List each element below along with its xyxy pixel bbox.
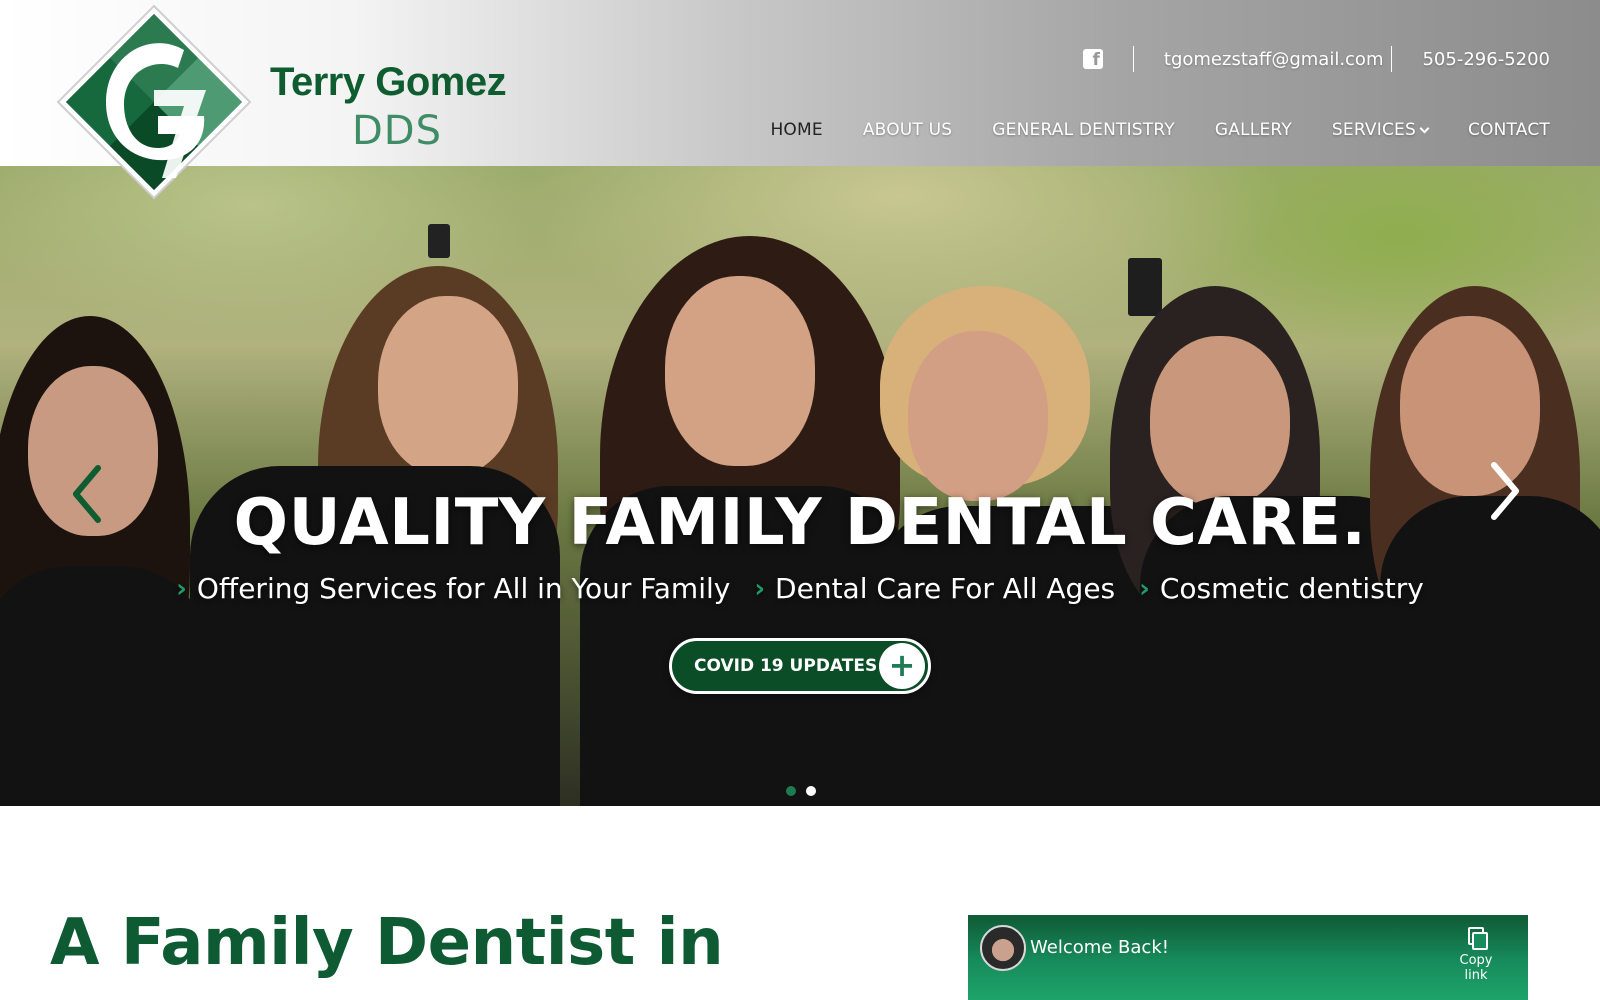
nav-item-services[interactable]: SERVICES bbox=[1331, 120, 1430, 140]
chevron-right-icon: › bbox=[176, 573, 187, 604]
plus-icon: + bbox=[879, 643, 925, 689]
widget-title: Welcome Back! bbox=[1030, 937, 1169, 958]
background-post bbox=[428, 224, 450, 258]
terry-gomez-logo-icon[interactable] bbox=[54, 2, 254, 202]
copy-link-label: Copy link bbox=[1459, 953, 1493, 983]
hero-bullet-text: Offering Services for All in Your Family bbox=[196, 572, 731, 605]
slider-dot-2[interactable] bbox=[806, 786, 816, 796]
copy-link-button[interactable]: Copy link bbox=[1446, 927, 1506, 983]
nav-item-home[interactable]: HOME bbox=[770, 120, 822, 140]
chevron-right-icon: › bbox=[1139, 573, 1150, 604]
welcome-back-widget[interactable]: Welcome Back! Copy link bbox=[968, 915, 1528, 1000]
chevron-right-icon: › bbox=[754, 573, 766, 604]
chevron-down-icon bbox=[1419, 123, 1430, 133]
phone-link[interactable]: 505-296-5200 bbox=[1422, 49, 1550, 70]
email-link[interactable]: tgomezstaff@gmail.com bbox=[1164, 49, 1384, 70]
brand-name[interactable]: Terry Gomez bbox=[270, 60, 507, 105]
background-post bbox=[1128, 258, 1162, 316]
topbar-divider bbox=[1391, 46, 1393, 72]
hero-bullet-text: Dental Care For All Ages bbox=[775, 572, 1116, 605]
chevron-right-icon[interactable] bbox=[1486, 459, 1546, 523]
covid-updates-button[interactable]: COVID 19 UPDATES + bbox=[669, 638, 931, 694]
avatar bbox=[980, 925, 1026, 971]
hero-title: QUALITY FAMILY DENTAL CARE. bbox=[233, 486, 1367, 560]
covid-updates-label: COVID 19 UPDATES bbox=[694, 656, 878, 676]
hero-bullet: › Cosmetic dentistry bbox=[1139, 572, 1424, 605]
hero-bullet: › Dental Care For All Ages bbox=[754, 572, 1115, 605]
nav-item-contact[interactable]: CONTACT bbox=[1468, 120, 1550, 140]
hero-bullets: › Offering Services for All in Your Fami… bbox=[0, 572, 1600, 605]
copy-icon bbox=[1465, 927, 1488, 950]
nav-item-general-dentistry[interactable]: GENERAL DENTISTRY bbox=[992, 120, 1175, 140]
header-topbar: f tgomezstaff@gmail.com 505-296-5200 bbox=[1082, 44, 1550, 74]
nav-item-gallery[interactable]: GALLERY bbox=[1215, 120, 1292, 140]
page-heading: A Family Dentist in bbox=[50, 906, 724, 980]
hero-bullet-text: Cosmetic dentistry bbox=[1159, 572, 1424, 605]
nav-item-services-label: SERVICES bbox=[1331, 120, 1416, 140]
hero-slider: QUALITY FAMILY DENTAL CARE. › Offering S… bbox=[0, 166, 1600, 806]
slider-dots bbox=[786, 786, 816, 796]
nav-item-about-us[interactable]: ABOUT US bbox=[863, 120, 952, 140]
hero-bullet: › Offering Services for All in Your Fami… bbox=[176, 572, 730, 605]
topbar-divider bbox=[1132, 46, 1134, 72]
brand-suffix[interactable]: DDS bbox=[352, 108, 442, 154]
main-nav: HOME ABOUT US GENERAL DENTISTRY GALLERY … bbox=[770, 120, 1550, 140]
facebook-icon[interactable]: f bbox=[1082, 49, 1103, 69]
slider-dot-1[interactable] bbox=[786, 786, 796, 796]
chevron-left-icon[interactable] bbox=[68, 462, 128, 526]
